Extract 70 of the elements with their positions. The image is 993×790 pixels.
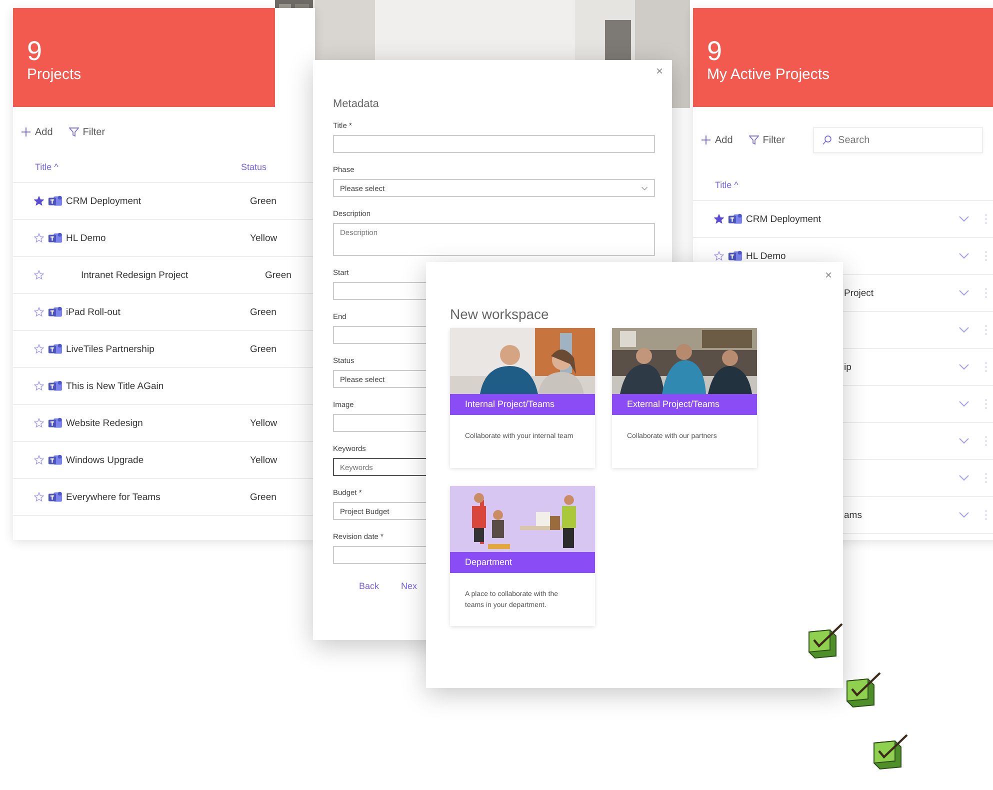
chevron-icon[interactable] [959, 475, 969, 481]
status-cell: Green [250, 306, 276, 318]
status-cell: Green [250, 492, 276, 502]
panel-title: My Active Projects [707, 65, 831, 85]
column-header[interactable]: Status [241, 162, 267, 172]
card-title: External Project/Teams [612, 394, 757, 415]
close-button[interactable]: × [652, 64, 666, 78]
project-title[interactable]: iPad Roll-out [66, 306, 250, 318]
filter-icon [748, 135, 759, 145]
project-title[interactable]: ip [844, 362, 852, 372]
project-count: 9 [707, 38, 724, 65]
dialog-button[interactable]: Back [359, 581, 380, 591]
star-outline-icon[interactable] [34, 381, 44, 391]
status-cell: Yellow [250, 454, 278, 466]
input-field[interactable] [333, 135, 655, 153]
star-outline-icon[interactable] [34, 492, 44, 502]
chevron-icon[interactable] [959, 401, 969, 407]
search-field[interactable]: Search [813, 127, 984, 153]
project-title[interactable]: Project [844, 288, 874, 298]
filter-button[interactable]: Filter [748, 134, 786, 146]
chevron-icon[interactable] [959, 253, 969, 259]
star-outline-icon[interactable] [34, 270, 44, 280]
project-title[interactable]: Everywhere for Teams [66, 492, 250, 502]
star-outline-icon[interactable] [714, 251, 724, 261]
dialog-title: New workspace [450, 306, 550, 322]
caret-icon [641, 186, 648, 190]
status-cell: Yellow [250, 232, 278, 244]
project-title[interactable]: CRM Deployment [746, 214, 821, 224]
filled-star-icon[interactable] [714, 214, 724, 224]
add-button[interactable]: Add [21, 126, 53, 138]
project-title[interactable]: ams [844, 510, 862, 520]
card-title: Internal Project/Teams [450, 394, 595, 415]
star-outline-icon[interactable] [34, 455, 44, 465]
status-cell: Yellow [250, 418, 278, 428]
status-cell: Green [250, 344, 276, 354]
chevron-icon[interactable] [959, 364, 969, 370]
star-outline-icon[interactable] [34, 344, 44, 354]
column-header[interactable]: Title ^ [35, 162, 241, 172]
chevron-icon[interactable] [959, 290, 969, 296]
project-title[interactable]: Windows Upgrade [66, 454, 250, 466]
chevron-icon[interactable] [959, 438, 969, 444]
chevron-icon[interactable] [959, 327, 969, 333]
filter-icon [68, 127, 79, 137]
chevron-icon[interactable] [959, 512, 969, 518]
plus-icon [21, 127, 31, 137]
project-title[interactable]: Intranet Redesign Project [81, 270, 265, 280]
dialog-title: Metadata [333, 98, 380, 110]
status-cell: Green [265, 270, 292, 280]
search-icon [822, 135, 832, 145]
dialog-button[interactable]: Nex [401, 581, 418, 591]
add-button[interactable]: Add [701, 134, 733, 146]
star-outline-icon[interactable] [34, 307, 44, 317]
plus-icon [701, 135, 711, 145]
star-outline-icon[interactable] [34, 418, 44, 428]
project-title[interactable]: HL Demo [746, 250, 786, 262]
card-title: Department [450, 552, 595, 573]
star-outline-icon[interactable] [34, 233, 44, 243]
project-title[interactable]: LiveTiles Partnership [66, 344, 250, 354]
project-title[interactable]: CRM Deployment [66, 196, 250, 206]
column-header[interactable]: Title ^ [715, 180, 921, 190]
project-title[interactable]: This is New Title AGain [66, 380, 250, 392]
close-button[interactable]: × [822, 268, 835, 282]
panel-title: Projects [27, 65, 82, 85]
project-count: 9 [27, 38, 44, 65]
project-title[interactable]: HL Demo [66, 232, 250, 244]
chevron-icon[interactable] [959, 216, 969, 222]
filter-button[interactable]: Filter [68, 126, 106, 138]
filled-star-icon[interactable] [34, 196, 44, 206]
project-title[interactable]: Website Redesign [66, 418, 250, 428]
status-cell: Green [250, 196, 276, 206]
